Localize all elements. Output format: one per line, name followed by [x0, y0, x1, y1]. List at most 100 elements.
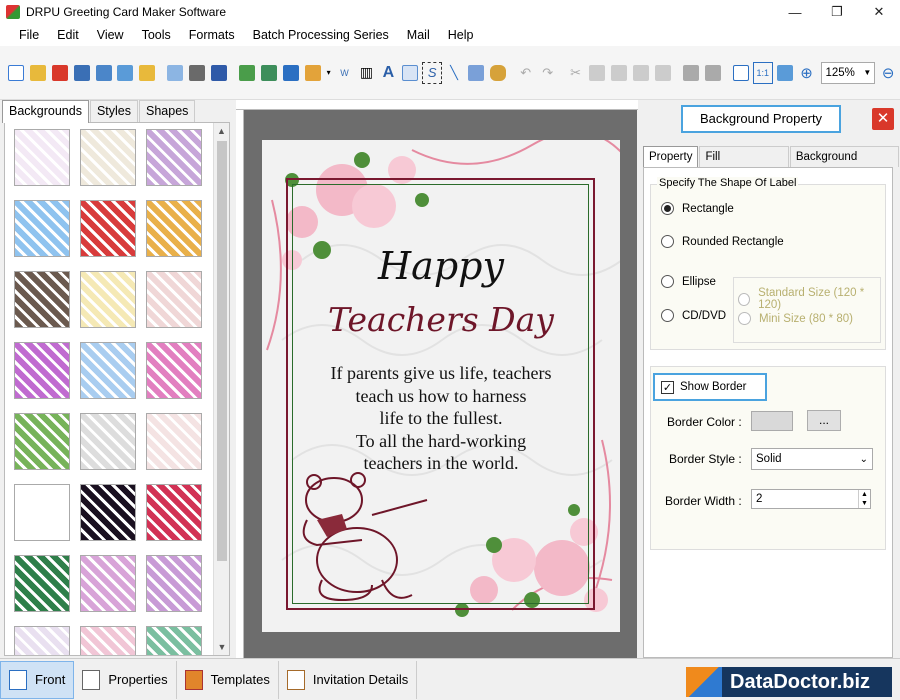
radio-cd-dvd[interactable]: CD/DVD	[661, 309, 726, 322]
paste-icon[interactable]	[609, 62, 629, 84]
show-border-toggle[interactable]: ✓ Show Border	[653, 373, 767, 401]
radio-ellipse[interactable]: Ellipse	[661, 275, 716, 288]
actual-size-icon[interactable]: 1:1	[752, 61, 773, 84]
send-back-icon[interactable]	[703, 62, 723, 84]
radio-rectangle[interactable]: Rectangle	[661, 202, 734, 215]
save-as-icon[interactable]	[94, 62, 114, 84]
background-thumbnail[interactable]	[146, 200, 202, 257]
open-icon[interactable]	[28, 62, 48, 84]
menu-formats[interactable]: Formats	[180, 24, 244, 46]
background-thumbnail[interactable]	[14, 200, 70, 257]
duplicate-icon[interactable]	[653, 62, 673, 84]
bring-front-icon[interactable]	[681, 62, 701, 84]
border-style-select[interactable]: Solid ⌄	[751, 448, 873, 470]
background-thumbnail[interactable]	[80, 555, 136, 612]
background-thumbnail[interactable]	[80, 413, 136, 470]
barcode-icon[interactable]: ▥	[356, 62, 376, 84]
zoom-out-icon[interactable]: ⊖	[878, 62, 898, 84]
radio-rounded-control[interactable]	[661, 235, 674, 248]
save-icon[interactable]	[72, 62, 92, 84]
greeting-card[interactable]: Happy Teachers Day If parents give us li…	[262, 140, 620, 632]
card-message[interactable]: If parents give us life, teachers teach …	[262, 362, 620, 475]
dropdown-arrow-icon[interactable]: ▾	[325, 62, 333, 84]
background-thumbnail[interactable]	[80, 342, 136, 399]
menu-tools[interactable]: Tools	[133, 24, 180, 46]
tab-backgrounds[interactable]: Backgrounds	[2, 100, 89, 123]
menu-batch-processing[interactable]: Batch Processing Series	[244, 24, 398, 46]
background-thumbnail[interactable]	[80, 129, 136, 186]
show-border-checkbox[interactable]: ✓	[661, 380, 674, 394]
background-thumbnail[interactable]	[80, 484, 136, 541]
close-window-button[interactable]: ✕	[858, 0, 900, 24]
tab-fill-background[interactable]: Fill Background	[699, 146, 789, 183]
text-icon[interactable]: A	[378, 62, 398, 84]
background-thumbnail[interactable]	[146, 413, 202, 470]
line-icon[interactable]: ╲	[444, 62, 464, 84]
background-thumbnail[interactable]	[14, 413, 70, 470]
menu-help[interactable]: Help	[439, 24, 483, 46]
undo-icon[interactable]: ↶	[516, 62, 536, 84]
maximize-button[interactable]: ❐	[816, 0, 858, 24]
database-icon[interactable]	[488, 62, 508, 84]
tab-front[interactable]: Front	[0, 660, 75, 699]
card-title-happy[interactable]: Happy	[262, 244, 620, 288]
scroll-up-icon[interactable]: ▲	[214, 123, 229, 139]
menu-file[interactable]: File	[10, 24, 48, 46]
background-thumbnail[interactable]	[80, 271, 136, 328]
minimize-button[interactable]: —	[774, 0, 816, 24]
print-icon[interactable]	[187, 62, 207, 84]
delete-icon[interactable]	[631, 62, 651, 84]
background-thumbnail[interactable]	[146, 342, 202, 399]
tab-properties[interactable]: Properties	[74, 660, 177, 699]
tab-invitation-details[interactable]: Invitation Details	[279, 660, 418, 699]
menu-edit[interactable]: Edit	[48, 24, 88, 46]
background-thumbnail[interactable]	[14, 555, 70, 612]
new-icon[interactable]	[6, 62, 26, 84]
layers-icon[interactable]	[209, 62, 229, 84]
gallery-scrollbar[interactable]: ▲ ▼	[213, 123, 229, 655]
background-thumbnail[interactable]	[146, 129, 202, 186]
background-thumbnail[interactable]	[14, 626, 70, 655]
background-thumbnail[interactable]	[146, 271, 202, 328]
watermark-icon[interactable]: W	[335, 62, 355, 84]
pen-icon[interactable]	[281, 62, 301, 84]
scroll-thumb[interactable]	[217, 141, 227, 561]
cut-icon[interactable]: ✂	[566, 62, 586, 84]
export-icon[interactable]	[116, 62, 136, 84]
card-title-teachers-day[interactable]: Teachers Day	[262, 300, 620, 339]
border-width-stepper[interactable]: 2 ▲ ▼	[751, 489, 871, 509]
background-thumbnail[interactable]	[14, 129, 70, 186]
crop-icon[interactable]	[237, 62, 257, 84]
background-thumbnail[interactable]	[14, 342, 70, 399]
tab-shapes[interactable]: Shapes	[139, 100, 196, 122]
picture-icon[interactable]	[303, 62, 323, 84]
page-setup-icon[interactable]	[165, 62, 185, 84]
copy-icon[interactable]	[587, 62, 607, 84]
close-panel-button[interactable]: ✕	[872, 108, 894, 130]
image-icon[interactable]	[259, 62, 279, 84]
tab-property[interactable]: Property	[643, 146, 699, 167]
scroll-down-icon[interactable]: ▼	[214, 639, 229, 655]
radio-ellipse-control[interactable]	[661, 275, 674, 288]
background-thumbnail[interactable]	[80, 626, 136, 655]
zoom-select[interactable]: 125% ▼	[821, 61, 876, 84]
design-canvas[interactable]: Happy Teachers Day If parents give us li…	[244, 110, 637, 658]
background-thumbnail[interactable]	[146, 484, 202, 541]
radio-cd-control[interactable]	[661, 309, 674, 322]
redo-icon[interactable]: ↷	[538, 62, 558, 84]
border-color-swatch[interactable]	[751, 411, 793, 431]
radio-rectangle-control[interactable]	[661, 202, 674, 215]
background-thumbnail[interactable]	[80, 200, 136, 257]
shapes-icon[interactable]	[466, 62, 486, 84]
menu-mail[interactable]: Mail	[398, 24, 439, 46]
tab-styles[interactable]: Styles	[89, 100, 139, 122]
folder-icon[interactable]	[137, 62, 157, 84]
tab-templates[interactable]: Templates	[177, 660, 279, 699]
radio-rounded-rectangle[interactable]: Rounded Rectangle	[661, 235, 784, 248]
signature-icon[interactable]: S	[422, 61, 443, 84]
border-color-picker-button[interactable]: ...	[807, 410, 841, 431]
zoom-in-icon[interactable]: ⊕	[797, 62, 817, 84]
spin-arrows-icon[interactable]: ▲ ▼	[858, 490, 870, 508]
grid-icon[interactable]	[731, 62, 751, 84]
background-thumbnail[interactable]	[14, 271, 70, 328]
